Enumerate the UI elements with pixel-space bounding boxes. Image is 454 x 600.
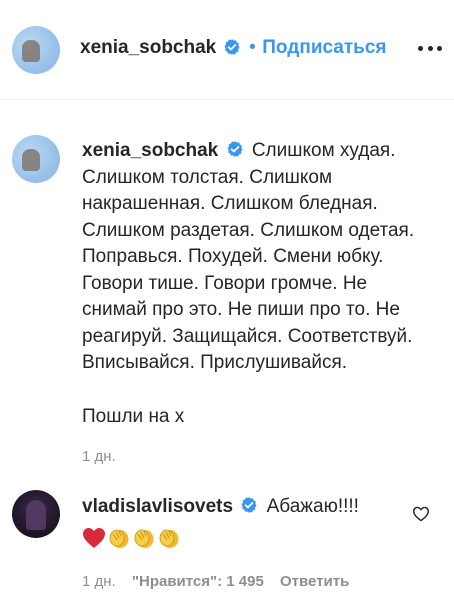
- avatar-figure: [26, 500, 46, 530]
- more-options-icon[interactable]: [418, 46, 442, 52]
- like-heart-icon[interactable]: [412, 506, 430, 522]
- header-user-line: xenia_sobchak • Подписаться: [80, 37, 387, 59]
- caption-text-line: Говори тише. Говори громче. Не: [82, 272, 368, 294]
- caption-text-line: Вписывайся. Прислушивайся.: [82, 352, 348, 373]
- caption-text-line: Слишком худая.: [251, 140, 396, 161]
- caption-username-link[interactable]: xenia_sobchak: [82, 140, 218, 161]
- caption-text-line: реагируй. Защищайся. Соответствуй.: [82, 325, 413, 347]
- caption-text-line: Слишком раздетая. Слишком одетая.: [82, 219, 415, 241]
- reply-button[interactable]: Ответить: [280, 573, 349, 590]
- caption-timestamp[interactable]: 1 дн.: [82, 448, 442, 465]
- follow-button[interactable]: Подписаться: [262, 37, 386, 58]
- clapping-hands-icon: [159, 529, 179, 548]
- caption-first-line: xenia_sobchak Слишком худая.: [82, 138, 442, 165]
- caption-text-line: накрашенная. Слишком бледная.: [82, 193, 378, 214]
- avatar-figure: [22, 40, 40, 62]
- commenter-avatar[interactable]: [12, 490, 60, 538]
- comment-text: Абажаю!!!!: [266, 496, 359, 517]
- commenter-username-link[interactable]: vladislavlisovets: [82, 496, 233, 517]
- caption-avatar[interactable]: [12, 135, 60, 183]
- verified-badge-icon: [227, 141, 243, 158]
- comment-first-line: vladislavlisovets Абажаю!!!!: [82, 494, 402, 521]
- comment-timestamp[interactable]: 1 дн.: [82, 573, 116, 590]
- caption-text-line: Поправься. Похудей. Смени юбку.: [82, 246, 384, 267]
- comment-meta-row: 1 дн. "Нравится": 1 495 Ответить: [82, 573, 402, 590]
- avatar-figure: [22, 149, 40, 171]
- caption-text-line: Пошли на х: [82, 405, 185, 427]
- caption-block: xenia_sobchak Слишком худая. Слишком тол…: [82, 138, 442, 465]
- red-heart-icon: [83, 527, 105, 548]
- clapping-hands-icon: [134, 529, 154, 548]
- avatar[interactable]: [12, 26, 60, 74]
- caption-text-line: снимай про это. Не пиши про то. Не: [82, 299, 400, 320]
- separator-dot: •: [249, 37, 256, 58]
- comment-emoji-row: [82, 525, 402, 551]
- comment-likes-count[interactable]: "Нравится": 1 495: [132, 573, 264, 590]
- verified-badge-icon: [224, 39, 240, 56]
- caption-text-line: Слишком толстая. Слишком: [82, 166, 333, 188]
- username-link[interactable]: xenia_sobchak: [80, 37, 216, 58]
- post-header: xenia_sobchak • Подписаться: [0, 0, 454, 100]
- clapping-hands-icon: [109, 529, 129, 548]
- comment-block: vladislavlisovets Абажаю!!!! 1 дн. "Нрав…: [82, 494, 402, 590]
- verified-badge-icon: [241, 497, 257, 514]
